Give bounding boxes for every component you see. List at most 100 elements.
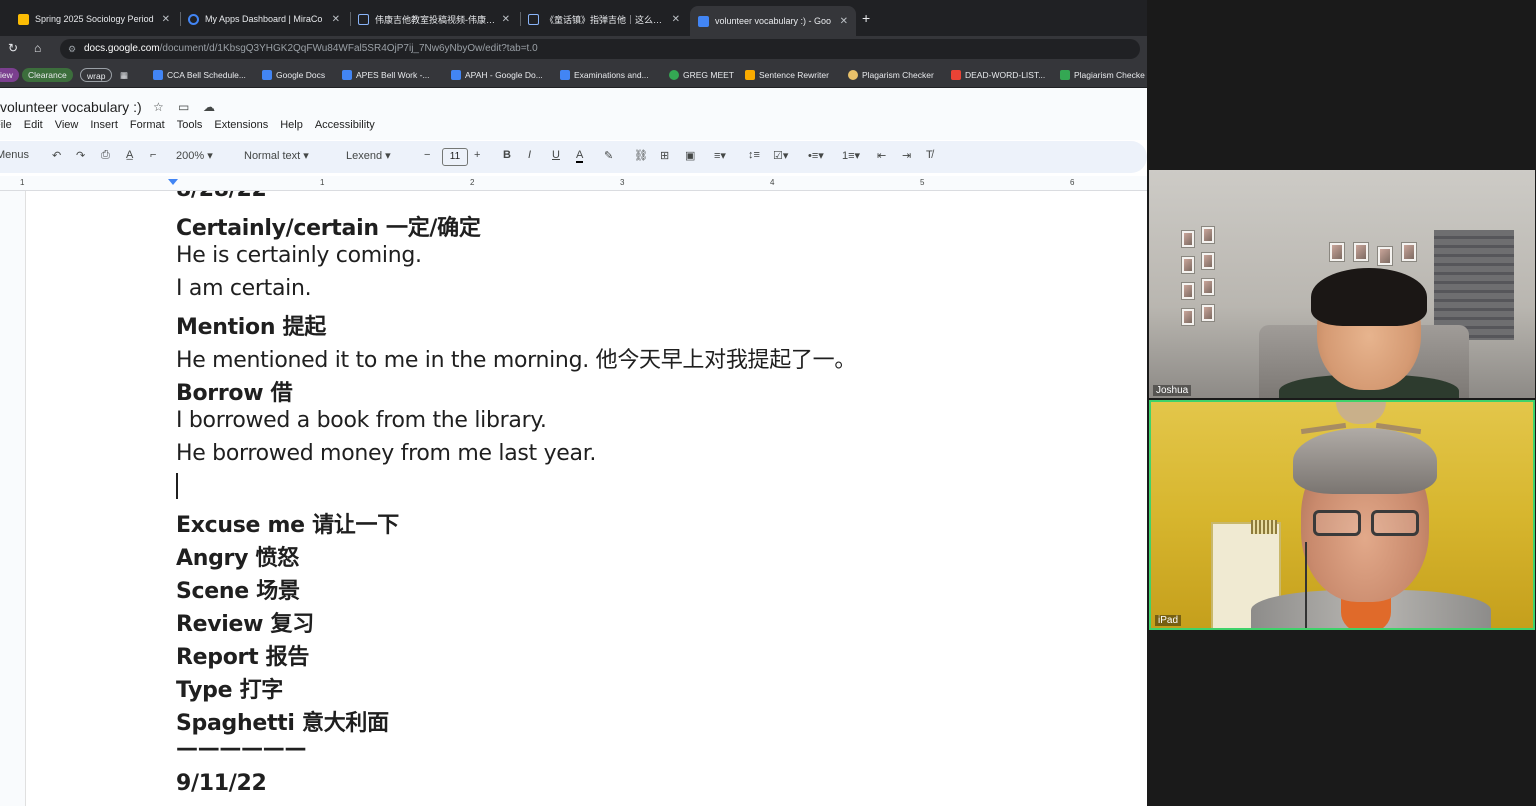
- participant-tile-ipad[interactable]: iPad: [1149, 400, 1535, 630]
- paint-format-icon[interactable]: ⌐: [150, 149, 156, 161]
- print-icon[interactable]: ⎙: [101, 149, 110, 162]
- align-icon[interactable]: ≡▾: [714, 149, 726, 162]
- bookmark-examinations[interactable]: Examinations and...: [560, 67, 649, 83]
- docs-icon: [262, 70, 272, 80]
- omnibar: ↻ ⌂ ⚙ docs.google.com/document/d/1KbsgQ3…: [0, 36, 1147, 62]
- cloud-icon[interactable]: ☁: [203, 100, 215, 114]
- menu-help[interactable]: Help: [280, 119, 303, 135]
- bookmark-cca-bell[interactable]: CCA Bell Schedule...: [153, 67, 246, 83]
- search-icon: [848, 70, 858, 80]
- doc-line: Certainly/certain 一定/确定: [176, 216, 481, 241]
- decrease-indent-icon[interactable]: ⇤: [877, 149, 886, 162]
- folder-icon[interactable]: ▭: [178, 100, 189, 114]
- style-select[interactable]: Normal text ▾: [244, 149, 309, 162]
- doc-line: 8/28/22: [176, 191, 267, 202]
- zoom-select[interactable]: 200% ▾: [176, 149, 213, 162]
- ruler: 1 1 2 3 4 5 6: [0, 176, 1147, 191]
- menu-edit[interactable]: Edit: [24, 119, 43, 135]
- close-icon[interactable]: ✕: [162, 14, 170, 25]
- decrease-font-icon[interactable]: −: [424, 149, 430, 161]
- close-icon[interactable]: ✕: [332, 14, 340, 25]
- meet-icon: [669, 70, 679, 80]
- bookmarks-bar: iew Clearance wrap ▦ CCA Bell Schedule..…: [0, 62, 1147, 88]
- text-color-icon[interactable]: A: [576, 149, 584, 163]
- doc-line: I borrowed a book from the library.: [176, 408, 547, 433]
- document-title[interactable]: volunteer vocabulary :): [0, 99, 142, 115]
- clear-formatting-icon[interactable]: T̸: [926, 149, 933, 161]
- participant-tile-joshua[interactable]: Joshua: [1149, 170, 1535, 398]
- bookmark-greg-meet[interactable]: GREG MEET: [669, 67, 734, 83]
- close-icon[interactable]: ✕: [672, 14, 680, 25]
- bookmark-plagarism-checker[interactable]: Plagarism Checker: [848, 67, 934, 83]
- bookmark-wrap[interactable]: wrap: [80, 68, 113, 82]
- line-spacing-icon[interactable]: ↕≡: [748, 149, 760, 161]
- docs-toolbar: Menus ↶ ↷ ⎙ A̲ ⌐ 200% ▾ Normal text ▾ Le…: [0, 141, 1147, 173]
- highlight-icon[interactable]: ✎: [604, 149, 613, 162]
- menu-bar: File Edit View Insert Format Tools Exten…: [0, 119, 387, 135]
- tab-strip: Spring 2025 Sociology Period ✕ My Apps D…: [0, 0, 1147, 36]
- site-settings-icon[interactable]: ⚙: [68, 39, 76, 59]
- tab-sociology[interactable]: Spring 2025 Sociology Period ✕: [10, 6, 178, 32]
- bookmark-iew[interactable]: iew: [0, 68, 19, 82]
- menu-view[interactable]: View: [55, 119, 79, 135]
- menu-file[interactable]: File: [0, 119, 12, 135]
- increase-indent-icon[interactable]: ⇥: [902, 149, 911, 162]
- menu-accessibility[interactable]: Accessibility: [315, 119, 375, 135]
- menu-extensions[interactable]: Extensions: [214, 119, 268, 135]
- undo-icon[interactable]: ↶: [52, 149, 61, 162]
- spellcheck-icon[interactable]: A̲: [126, 149, 133, 161]
- menus-search[interactable]: Menus: [0, 149, 29, 161]
- close-icon[interactable]: ✕: [840, 16, 848, 27]
- bookmark-apah[interactable]: APAH - Google Do...: [451, 67, 543, 83]
- indent-marker-icon[interactable]: [168, 179, 178, 185]
- checklist-icon[interactable]: ☑▾: [773, 149, 788, 162]
- bold-icon[interactable]: B: [503, 149, 511, 161]
- tab-miraco[interactable]: My Apps Dashboard | MiraCo ✕: [180, 6, 348, 32]
- reload-icon[interactable]: ↻: [8, 41, 18, 55]
- bookmark-google-docs[interactable]: Google Docs: [262, 67, 325, 83]
- docs-icon: [451, 70, 461, 80]
- doc-line: Mention 提起: [176, 315, 326, 340]
- numbered-list-icon[interactable]: 1≡▾: [842, 149, 860, 162]
- screen: Spring 2025 Sociology Period ✕ My Apps D…: [0, 0, 1536, 806]
- increase-font-icon[interactable]: +: [474, 149, 480, 161]
- bookmark-clearance[interactable]: Clearance: [22, 68, 73, 82]
- star-icon[interactable]: ☆: [153, 100, 164, 114]
- participant-name: Joshua: [1153, 385, 1192, 396]
- bookmark-apes[interactable]: APES Bell Work -...: [342, 67, 430, 83]
- close-icon[interactable]: ✕: [502, 14, 510, 25]
- menu-tools[interactable]: Tools: [177, 119, 203, 135]
- hexagon-icon: [951, 70, 961, 80]
- rewriter-icon: [745, 70, 755, 80]
- tv-icon: [358, 13, 369, 25]
- tab-volunteer-vocabulary[interactable]: volunteer vocabulary :) - Goo ✕: [690, 6, 856, 36]
- doc-line: Report 报告: [176, 645, 310, 670]
- italic-icon[interactable]: I: [528, 149, 531, 161]
- underline-icon[interactable]: U: [552, 149, 560, 161]
- tab-guitar-1[interactable]: 伟康吉他教室投稿视频-伟康吉他 ✕: [350, 6, 518, 32]
- doc-line: Angry 愤怒: [176, 546, 299, 571]
- font-size-input[interactable]: 11: [442, 148, 468, 166]
- docs-icon: [153, 70, 163, 80]
- comment-icon[interactable]: ⊞: [660, 149, 669, 162]
- menu-insert[interactable]: Insert: [90, 119, 118, 135]
- bookmark-dead-word-list[interactable]: DEAD-WORD-LIST...: [951, 67, 1045, 83]
- text-cursor: [176, 473, 178, 499]
- doc-line-divider: ——————: [176, 736, 307, 761]
- tab-guitar-2[interactable]: 《童话镇》指弹吉他｜这么好听 ✕: [520, 6, 688, 32]
- bookmark-plagiarism-checker[interactable]: Plagiarism Checke: [1060, 67, 1145, 83]
- link-icon[interactable]: ⛓: [634, 149, 648, 162]
- font-select[interactable]: Lexend ▾: [346, 149, 391, 162]
- docs-icon: [560, 70, 570, 80]
- home-icon[interactable]: ⌂: [34, 41, 41, 55]
- image-icon[interactable]: ▣: [685, 149, 695, 162]
- menu-format[interactable]: Format: [130, 119, 165, 135]
- redo-icon[interactable]: ↷: [76, 149, 85, 162]
- apps-grid-icon[interactable]: ▦: [120, 67, 128, 83]
- new-tab-button[interactable]: +: [862, 10, 870, 26]
- document-page[interactable]: 8/28/22 Certainly/certain 一定/确定 He is ce…: [25, 191, 1147, 806]
- address-bar[interactable]: ⚙ docs.google.com/document/d/1KbsgQ3YHGK…: [60, 39, 1140, 59]
- bulleted-list-icon[interactable]: •≡▾: [808, 149, 824, 162]
- document-canvas: 8/28/22 Certainly/certain 一定/确定 He is ce…: [0, 191, 1147, 806]
- bookmark-sentence-rewriter[interactable]: Sentence Rewriter: [745, 67, 829, 83]
